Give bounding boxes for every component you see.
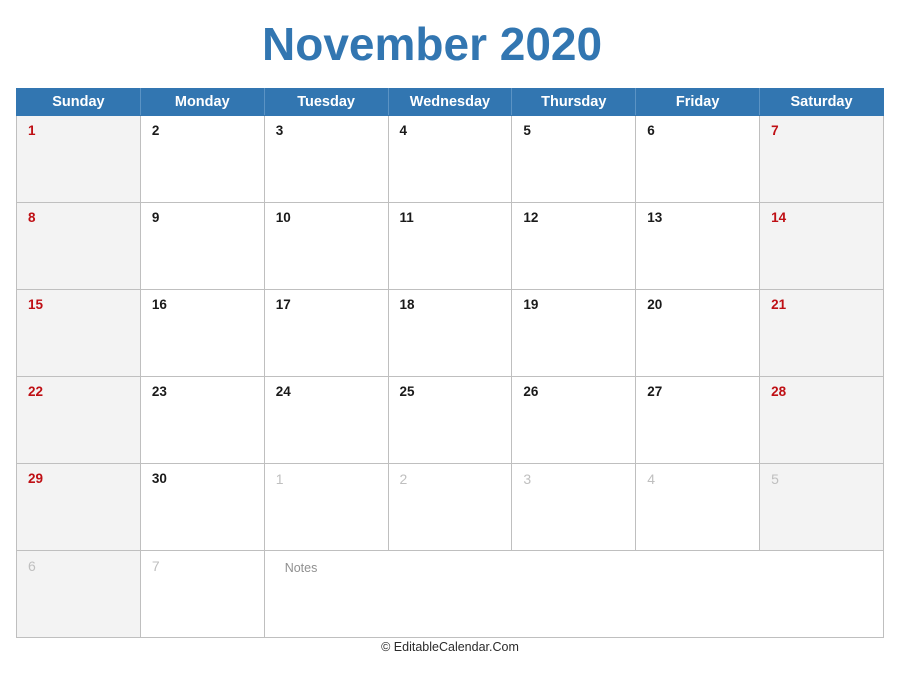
day-cell[interactable]: 19 bbox=[511, 289, 637, 377]
day-cell[interactable]: 14 bbox=[759, 202, 884, 290]
weekday-header-monday: Monday bbox=[139, 88, 265, 116]
week-row: 29 30 1 2 3 4 5 bbox=[16, 463, 884, 551]
date-number: 10 bbox=[275, 210, 291, 225]
day-cell[interactable]: 16 bbox=[139, 289, 265, 377]
day-cell[interactable]: 26 bbox=[511, 376, 637, 464]
day-cell[interactable]: 25 bbox=[387, 376, 513, 464]
date-number: 17 bbox=[275, 297, 291, 312]
calendar-page: November 2020 Sunday Monday Tuesday Wedn… bbox=[0, 0, 900, 675]
weekday-header-thursday: Thursday bbox=[511, 88, 637, 116]
date-number: 5 bbox=[771, 471, 779, 487]
date-number: 12 bbox=[523, 210, 539, 225]
date-number: 7 bbox=[151, 558, 160, 574]
date-number: 13 bbox=[647, 210, 663, 225]
day-cell[interactable]: 1 bbox=[16, 115, 141, 203]
week-row: 15 16 17 18 19 20 21 bbox=[16, 289, 884, 377]
date-number: 11 bbox=[399, 210, 414, 225]
date-number: 20 bbox=[647, 297, 663, 312]
date-number: 6 bbox=[647, 123, 655, 138]
date-number: 2 bbox=[399, 471, 408, 487]
day-cell[interactable]: 3 bbox=[263, 115, 389, 203]
weekday-header-wednesday: Wednesday bbox=[387, 88, 513, 116]
date-number: 23 bbox=[151, 384, 167, 399]
notes-row: 6 7 Notes bbox=[16, 550, 885, 638]
date-number: 25 bbox=[399, 384, 415, 399]
date-number: 3 bbox=[523, 471, 532, 487]
date-number: 16 bbox=[151, 297, 167, 312]
notes-label: Notes bbox=[284, 561, 318, 575]
page-title: November 2020 bbox=[262, 18, 603, 70]
day-cell[interactable]: 9 bbox=[139, 202, 265, 290]
day-cell[interactable]: 17 bbox=[263, 289, 389, 377]
date-number: 24 bbox=[275, 384, 291, 399]
day-cell[interactable]: 10 bbox=[263, 202, 389, 290]
date-number: 1 bbox=[275, 471, 284, 487]
weekday-header-friday: Friday bbox=[635, 88, 761, 116]
date-number: 4 bbox=[647, 471, 656, 487]
day-cell[interactable]: 15 bbox=[16, 289, 141, 377]
day-cell[interactable]: 12 bbox=[511, 202, 637, 290]
weekday-header-sunday: Sunday bbox=[16, 88, 141, 116]
date-number: 9 bbox=[151, 210, 160, 225]
day-cell[interactable]: 27 bbox=[635, 376, 761, 464]
weekday-header-tuesday: Tuesday bbox=[263, 88, 389, 116]
day-cell[interactable]: 2 bbox=[139, 115, 265, 203]
day-cell[interactable]: 29 bbox=[16, 463, 141, 551]
day-cell[interactable]: 21 bbox=[759, 289, 884, 377]
day-cell[interactable]: 23 bbox=[139, 376, 265, 464]
date-number: 26 bbox=[523, 384, 539, 399]
date-number: 3 bbox=[275, 123, 284, 138]
day-cell[interactable]: 1 bbox=[263, 463, 389, 551]
day-cell[interactable]: 20 bbox=[635, 289, 761, 377]
date-number: 18 bbox=[399, 297, 415, 312]
day-cell[interactable]: 5 bbox=[511, 115, 637, 203]
date-number: 27 bbox=[647, 384, 663, 399]
weekday-header-row: Sunday Monday Tuesday Wednesday Thursday… bbox=[16, 88, 884, 116]
calendar-grid: Sunday Monday Tuesday Wednesday Thursday… bbox=[16, 88, 885, 638]
day-cell[interactable]: 8 bbox=[16, 202, 141, 290]
day-cell[interactable]: 7 bbox=[759, 115, 884, 203]
date-number: 28 bbox=[771, 384, 787, 399]
day-cell[interactable]: 6 bbox=[635, 115, 761, 203]
day-cell[interactable]: 13 bbox=[635, 202, 761, 290]
week-row: 22 23 24 25 26 27 28 bbox=[16, 376, 884, 464]
date-number: 21 bbox=[771, 297, 787, 312]
day-cell[interactable]: 4 bbox=[387, 115, 513, 203]
day-cell[interactable]: 18 bbox=[387, 289, 513, 377]
notes-area[interactable]: Notes bbox=[263, 550, 885, 638]
date-number: 14 bbox=[771, 210, 787, 225]
day-cell[interactable]: 22 bbox=[16, 376, 141, 464]
date-number: 1 bbox=[28, 123, 36, 138]
date-number: 15 bbox=[28, 297, 44, 312]
date-number: 19 bbox=[523, 297, 539, 312]
title-bar: November 2020 bbox=[0, 8, 900, 80]
footer-copyright: © EditableCalendar.Com bbox=[381, 640, 519, 654]
date-number: 7 bbox=[771, 123, 779, 138]
date-number: 6 bbox=[28, 558, 36, 574]
day-cell[interactable]: 2 bbox=[387, 463, 513, 551]
day-cell[interactable]: 30 bbox=[139, 463, 265, 551]
day-cell[interactable]: 4 bbox=[635, 463, 761, 551]
day-cell[interactable]: 3 bbox=[511, 463, 637, 551]
day-cell[interactable]: 28 bbox=[759, 376, 884, 464]
date-number: 22 bbox=[28, 384, 44, 399]
day-cell[interactable]: 24 bbox=[263, 376, 389, 464]
week-row: 1 2 3 4 5 6 7 bbox=[16, 115, 884, 203]
date-number: 8 bbox=[28, 210, 36, 225]
date-number: 29 bbox=[28, 471, 44, 486]
date-number: 30 bbox=[151, 471, 167, 486]
weekday-header-saturday: Saturday bbox=[759, 88, 884, 116]
day-cell[interactable]: 11 bbox=[387, 202, 513, 290]
day-cell[interactable]: 6 bbox=[16, 550, 141, 638]
date-number: 5 bbox=[523, 123, 531, 138]
date-number: 2 bbox=[151, 123, 160, 138]
week-row: 8 9 10 11 12 13 14 bbox=[16, 202, 884, 290]
day-cell[interactable]: 7 bbox=[139, 550, 265, 638]
date-number: 4 bbox=[399, 123, 408, 138]
day-cell[interactable]: 5 bbox=[759, 463, 884, 551]
